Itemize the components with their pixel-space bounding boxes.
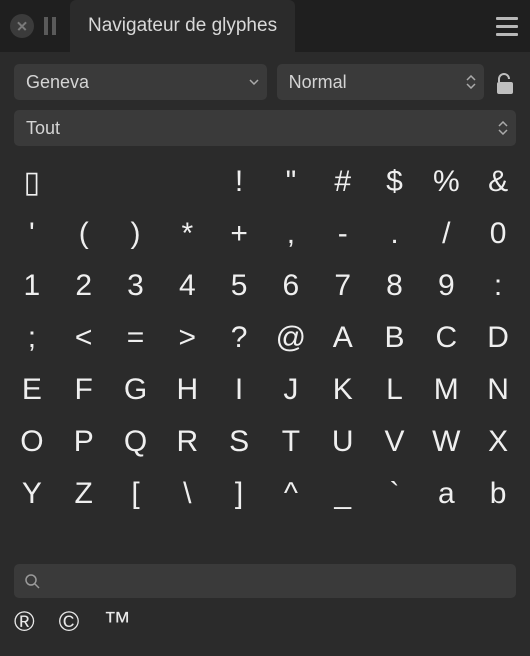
glyph-cell[interactable]: K [317,364,369,416]
favorite-glyphs-row: ® © ™ [0,598,530,656]
glyph-cell[interactable]: 4 [161,260,213,312]
search-icon [24,573,40,589]
panel-tabbar: Navigateur de glyphes [0,0,530,52]
glyph-cell[interactable]: A [317,312,369,364]
stepper-icon [498,121,508,135]
favorite-glyph[interactable]: © [59,606,80,638]
glyph-cell[interactable]: B [369,312,421,364]
glyph-cell[interactable]: O [6,416,58,468]
glyph-cell[interactable]: ^ [265,468,317,520]
collapse-icon[interactable] [44,17,56,35]
glyph-cell[interactable]: I [213,364,265,416]
glyph-cell[interactable]: T [265,416,317,468]
glyph-cell[interactable]: ; [6,312,58,364]
favorite-glyph[interactable]: ™ [103,606,131,638]
glyph-cell[interactable]: Q [110,416,162,468]
glyph-cell[interactable] [161,156,213,208]
lock-icon[interactable] [494,68,516,96]
glyph-cell[interactable]: F [58,364,110,416]
glyph-cell[interactable]: 8 [369,260,421,312]
glyph-cell[interactable]: ' [6,208,58,260]
font-style-select[interactable]: Normal [277,64,484,100]
glyph-cell[interactable]: b [472,468,524,520]
glyph-cell[interactable]: _ [317,468,369,520]
glyph-cell[interactable]: U [317,416,369,468]
favorite-glyph[interactable]: ® [14,606,35,638]
glyph-cell[interactable] [58,156,110,208]
glyph-cell[interactable]: / [420,208,472,260]
glyph-cell[interactable]: ` [369,468,421,520]
glyph-cell[interactable]: L [369,364,421,416]
glyph-cell[interactable]: 7 [317,260,369,312]
font-style-value: Normal [289,72,347,93]
glyph-cell[interactable]: G [110,364,162,416]
glyph-cell[interactable]: 6 [265,260,317,312]
glyph-cell[interactable]: @ [265,312,317,364]
font-controls-row: Geneva Normal [0,52,530,100]
glyph-cell[interactable]: 3 [110,260,162,312]
glyph-cell[interactable]: ! [213,156,265,208]
glyph-cell[interactable]: 0 [472,208,524,260]
close-icon[interactable] [10,14,34,38]
glyph-cell[interactable]: , [265,208,317,260]
font-family-select[interactable]: Geneva [14,64,267,100]
tab-label: Navigateur de glyphes [88,15,277,37]
glyph-cell[interactable]: M [420,364,472,416]
glyph-cell[interactable]: R [161,416,213,468]
glyph-cell[interactable]: $ [369,156,421,208]
glyph-cell[interactable]: ( [58,208,110,260]
glyph-cell[interactable]: S [213,416,265,468]
glyph-cell[interactable]: " [265,156,317,208]
glyph-cell[interactable]: N [472,364,524,416]
glyph-cell[interactable]: % [420,156,472,208]
glyph-cell[interactable]: W [420,416,472,468]
tab-glyph-browser[interactable]: Navigateur de glyphes [70,0,295,52]
glyph-browser-panel: Navigateur de glyphes Geneva Normal [0,0,530,656]
glyph-cell[interactable]: ? [213,312,265,364]
glyph-cell[interactable]: J [265,364,317,416]
glyph-cell[interactable]: H [161,364,213,416]
glyph-cell[interactable]: V [369,416,421,468]
glyph-cell[interactable]: ) [110,208,162,260]
glyph-cell[interactable]: a [420,468,472,520]
glyph-cell[interactable]: [ [110,468,162,520]
glyph-cell[interactable]: \ [161,468,213,520]
glyph-cell[interactable]: X [472,416,524,468]
glyph-cell[interactable]: < [58,312,110,364]
glyph-cell[interactable] [110,156,162,208]
search-row [0,554,530,598]
glyph-cell[interactable]: 9 [420,260,472,312]
glyph-cell[interactable]: E [6,364,58,416]
glyph-cell[interactable]: # [317,156,369,208]
chevron-down-icon [249,79,259,85]
panel-menu-icon[interactable] [496,17,518,36]
glyph-cell[interactable]: ▯ [6,156,58,208]
search-input[interactable] [48,571,506,591]
glyph-cell[interactable]: Y [6,468,58,520]
search-field[interactable] [14,564,516,598]
glyph-cell[interactable]: 1 [6,260,58,312]
glyph-cell[interactable]: . [369,208,421,260]
glyph-cell[interactable]: * [161,208,213,260]
font-family-value: Geneva [26,72,89,93]
glyph-grid: ▯!"#$%& '()*+,-./0 123456789:;<=>?@ABCD EFG… [6,156,524,520]
glyph-cell[interactable]: ] [213,468,265,520]
glyph-cell[interactable]: Z [58,468,110,520]
glyph-cell[interactable]: 5 [213,260,265,312]
glyph-cell[interactable]: > [161,312,213,364]
glyph-cell[interactable]: P [58,416,110,468]
glyph-subset-select[interactable]: Tout [14,110,516,146]
glyph-subset-value: Tout [26,118,60,139]
glyph-cell[interactable]: C [420,312,472,364]
glyph-cell[interactable]: : [472,260,524,312]
glyph-cell[interactable]: & [472,156,524,208]
glyph-cell[interactable]: + [213,208,265,260]
glyph-cell[interactable]: = [110,312,162,364]
subset-controls-row: Tout [0,100,530,146]
glyph-cell[interactable]: - [317,208,369,260]
glyph-cell[interactable]: D [472,312,524,364]
glyph-cell[interactable]: 2 [58,260,110,312]
stepper-icon [466,75,476,89]
glyph-grid-wrap: ▯!"#$%& '()*+,-./0 123456789:;<=>?@ABCD EFG… [0,146,530,554]
